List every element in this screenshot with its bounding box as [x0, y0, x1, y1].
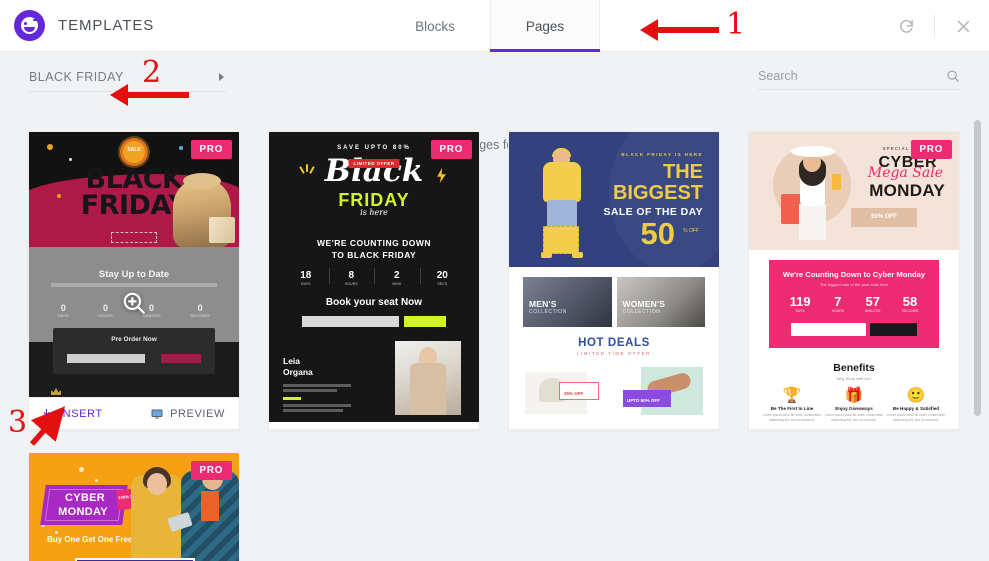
price-tag: UPTO 50% OFF — [623, 390, 671, 407]
thumb-section-heading: Stay Up to Date — [98, 269, 170, 280]
template-card[interactable]: PRO CYBER MONDAY 100% SALE Buy One Get O… — [28, 452, 240, 561]
countdown: 18 DAYS 8 HOURS 2 MINS 20 SECS — [283, 268, 465, 286]
collection-men: MEN'S COLLECTION — [523, 277, 612, 327]
caret-right-icon — [219, 73, 224, 81]
trophy-icon: 🏆 — [782, 387, 802, 404]
thumb-title-2: MONDAY — [869, 181, 945, 200]
thumb-title: THE BIGGEST — [612, 161, 703, 204]
template-card[interactable]: PRO BLACK FRIDAY — [28, 131, 240, 430]
book-heading: Book your seat Now — [325, 297, 423, 308]
templates-modal: TEMPLATES Blocks Pages BLACK FRIDAY page… — [0, 0, 989, 561]
person-name: Leia Organa — [283, 356, 313, 377]
collection-women: WOMEN'S COLLECTION — [616, 277, 705, 327]
thumb-title-script: Mega Sale — [867, 165, 943, 181]
top-bar-actions — [894, 0, 975, 52]
price-tag: 25% OFF — [559, 382, 599, 400]
cyber-monday-badge: CYBER MONDAY — [40, 485, 128, 525]
category-label: BLACK FRIDAY — [29, 70, 124, 84]
scrollbar-thumb[interactable] — [974, 120, 981, 416]
pro-badge: PRO — [910, 140, 952, 159]
tab-bar: Blocks Pages — [380, 0, 600, 52]
thumb-button — [111, 232, 157, 243]
discount-value: 50 — [640, 216, 675, 251]
smiley-icon: 🙂 — [906, 387, 926, 404]
deals-sub: LIMITED TIME OFFER — [577, 351, 651, 356]
shopping-bags — [209, 217, 235, 243]
brand: TEMPLATES — [0, 10, 154, 41]
preview-label: PREVIEW — [170, 407, 225, 420]
deals-heading: HOT DEALS — [578, 337, 650, 349]
tab-pages[interactable]: Pages — [490, 0, 600, 52]
insert-label: INSERT — [59, 407, 103, 420]
page-title: TEMPLATES — [58, 17, 155, 34]
pro-badge: PRO — [190, 140, 232, 159]
pro-badge: PRO — [190, 461, 232, 480]
filter-bar: BLACK FRIDAY 5 pages found — [0, 52, 989, 152]
category-dropdown[interactable]: BLACK FRIDAY — [29, 70, 226, 92]
top-bar: TEMPLATES Blocks Pages — [0, 0, 989, 52]
benefit-item: 🎁 Enjoy Giveaways Lorem ipsum dolor sit … — [824, 387, 884, 422]
zoom-in-icon[interactable] — [121, 290, 147, 321]
template-thumbnail[interactable]: PRO CYBER MONDAY 100% SALE Buy One Get O… — [29, 453, 239, 561]
offer-button: 50% OFF — [851, 208, 917, 227]
template-card[interactable]: PRO SAVE UPTO 80% Black LIMITED OFFER FR… — [268, 131, 480, 430]
preview-button[interactable]: PREVIEW — [151, 408, 239, 420]
benefit-item: 🙂 Be Happy & Satisfied Lorem ipsum dolor… — [886, 387, 946, 422]
insert-button[interactable]: INSERT — [29, 408, 103, 420]
countdown-heading: We're Counting Down to Cyber Monday — [782, 270, 926, 279]
sale-sticker-icon — [120, 138, 148, 166]
download-icon — [41, 408, 52, 419]
template-card[interactable]: BLACK FRIDAY IS HERE THE BIGGEST SALE OF… — [508, 131, 720, 430]
thumb-subtitle: is here — [360, 208, 388, 217]
benefit-item: 🏆 Be The First In Line Lorem ipsum dolor… — [762, 387, 822, 422]
card-actions: INSERT PREVIEW — [29, 397, 239, 429]
countdown-sub: The biggest sale of the year ends here — [819, 282, 889, 287]
discount-suffix: % OFF — [683, 228, 699, 234]
thumb-panel-heading: Pre Order Now — [111, 336, 157, 343]
limited-tag: LIMITED OFFER — [348, 159, 400, 168]
benefits-sub: Why Shop with Us? — [836, 376, 872, 381]
template-thumbnail[interactable]: PRO SPECIAL OFFERS CYBER Mega Sale MONDA… — [749, 132, 959, 422]
template-card[interactable]: PRO SPECIAL OFFERS CYBER Mega Sale MONDA… — [748, 131, 960, 430]
thumb-subtitle: SALE OF THE DAY — [603, 206, 703, 218]
search-box[interactable] — [758, 69, 960, 90]
model-figure — [781, 142, 841, 240]
tab-blocks[interactable]: Blocks — [380, 0, 490, 52]
spark-icon — [299, 164, 315, 176]
smiley-logo-icon — [14, 10, 45, 41]
search-input[interactable] — [758, 69, 946, 83]
template-thumbnail[interactable]: BLACK FRIDAY IS HERE THE BIGGEST SALE OF… — [509, 132, 719, 422]
thumb-eyebrow: BLACK FRIDAY IS HERE — [621, 152, 703, 157]
model-figure — [395, 341, 461, 415]
monitor-icon — [151, 408, 163, 420]
close-icon[interactable] — [951, 14, 975, 38]
template-thumbnail[interactable]: PRO BLACK FRIDAY — [29, 132, 239, 397]
tagline: Buy One Get One Free — [47, 535, 133, 544]
search-icon[interactable] — [946, 69, 960, 83]
refresh-icon[interactable] — [894, 14, 918, 38]
template-thumbnail[interactable]: PRO SAVE UPTO 80% Black LIMITED OFFER FR… — [269, 132, 479, 422]
divider — [934, 15, 935, 37]
gift-icon: 🎁 — [844, 387, 864, 404]
benefits-heading: Benefits — [833, 362, 875, 374]
countdown: 119 DAYS 7 HOURS 57 MINUTES 58 SECONDS — [789, 294, 919, 313]
pro-badge: PRO — [430, 140, 472, 159]
model-figure — [535, 148, 589, 260]
countdown-heading: WE'RE COUNTING DOWN TO BLACK FRIDAY — [317, 238, 431, 261]
template-grid[interactable]: PRO BLACK FRIDAY — [0, 111, 989, 561]
